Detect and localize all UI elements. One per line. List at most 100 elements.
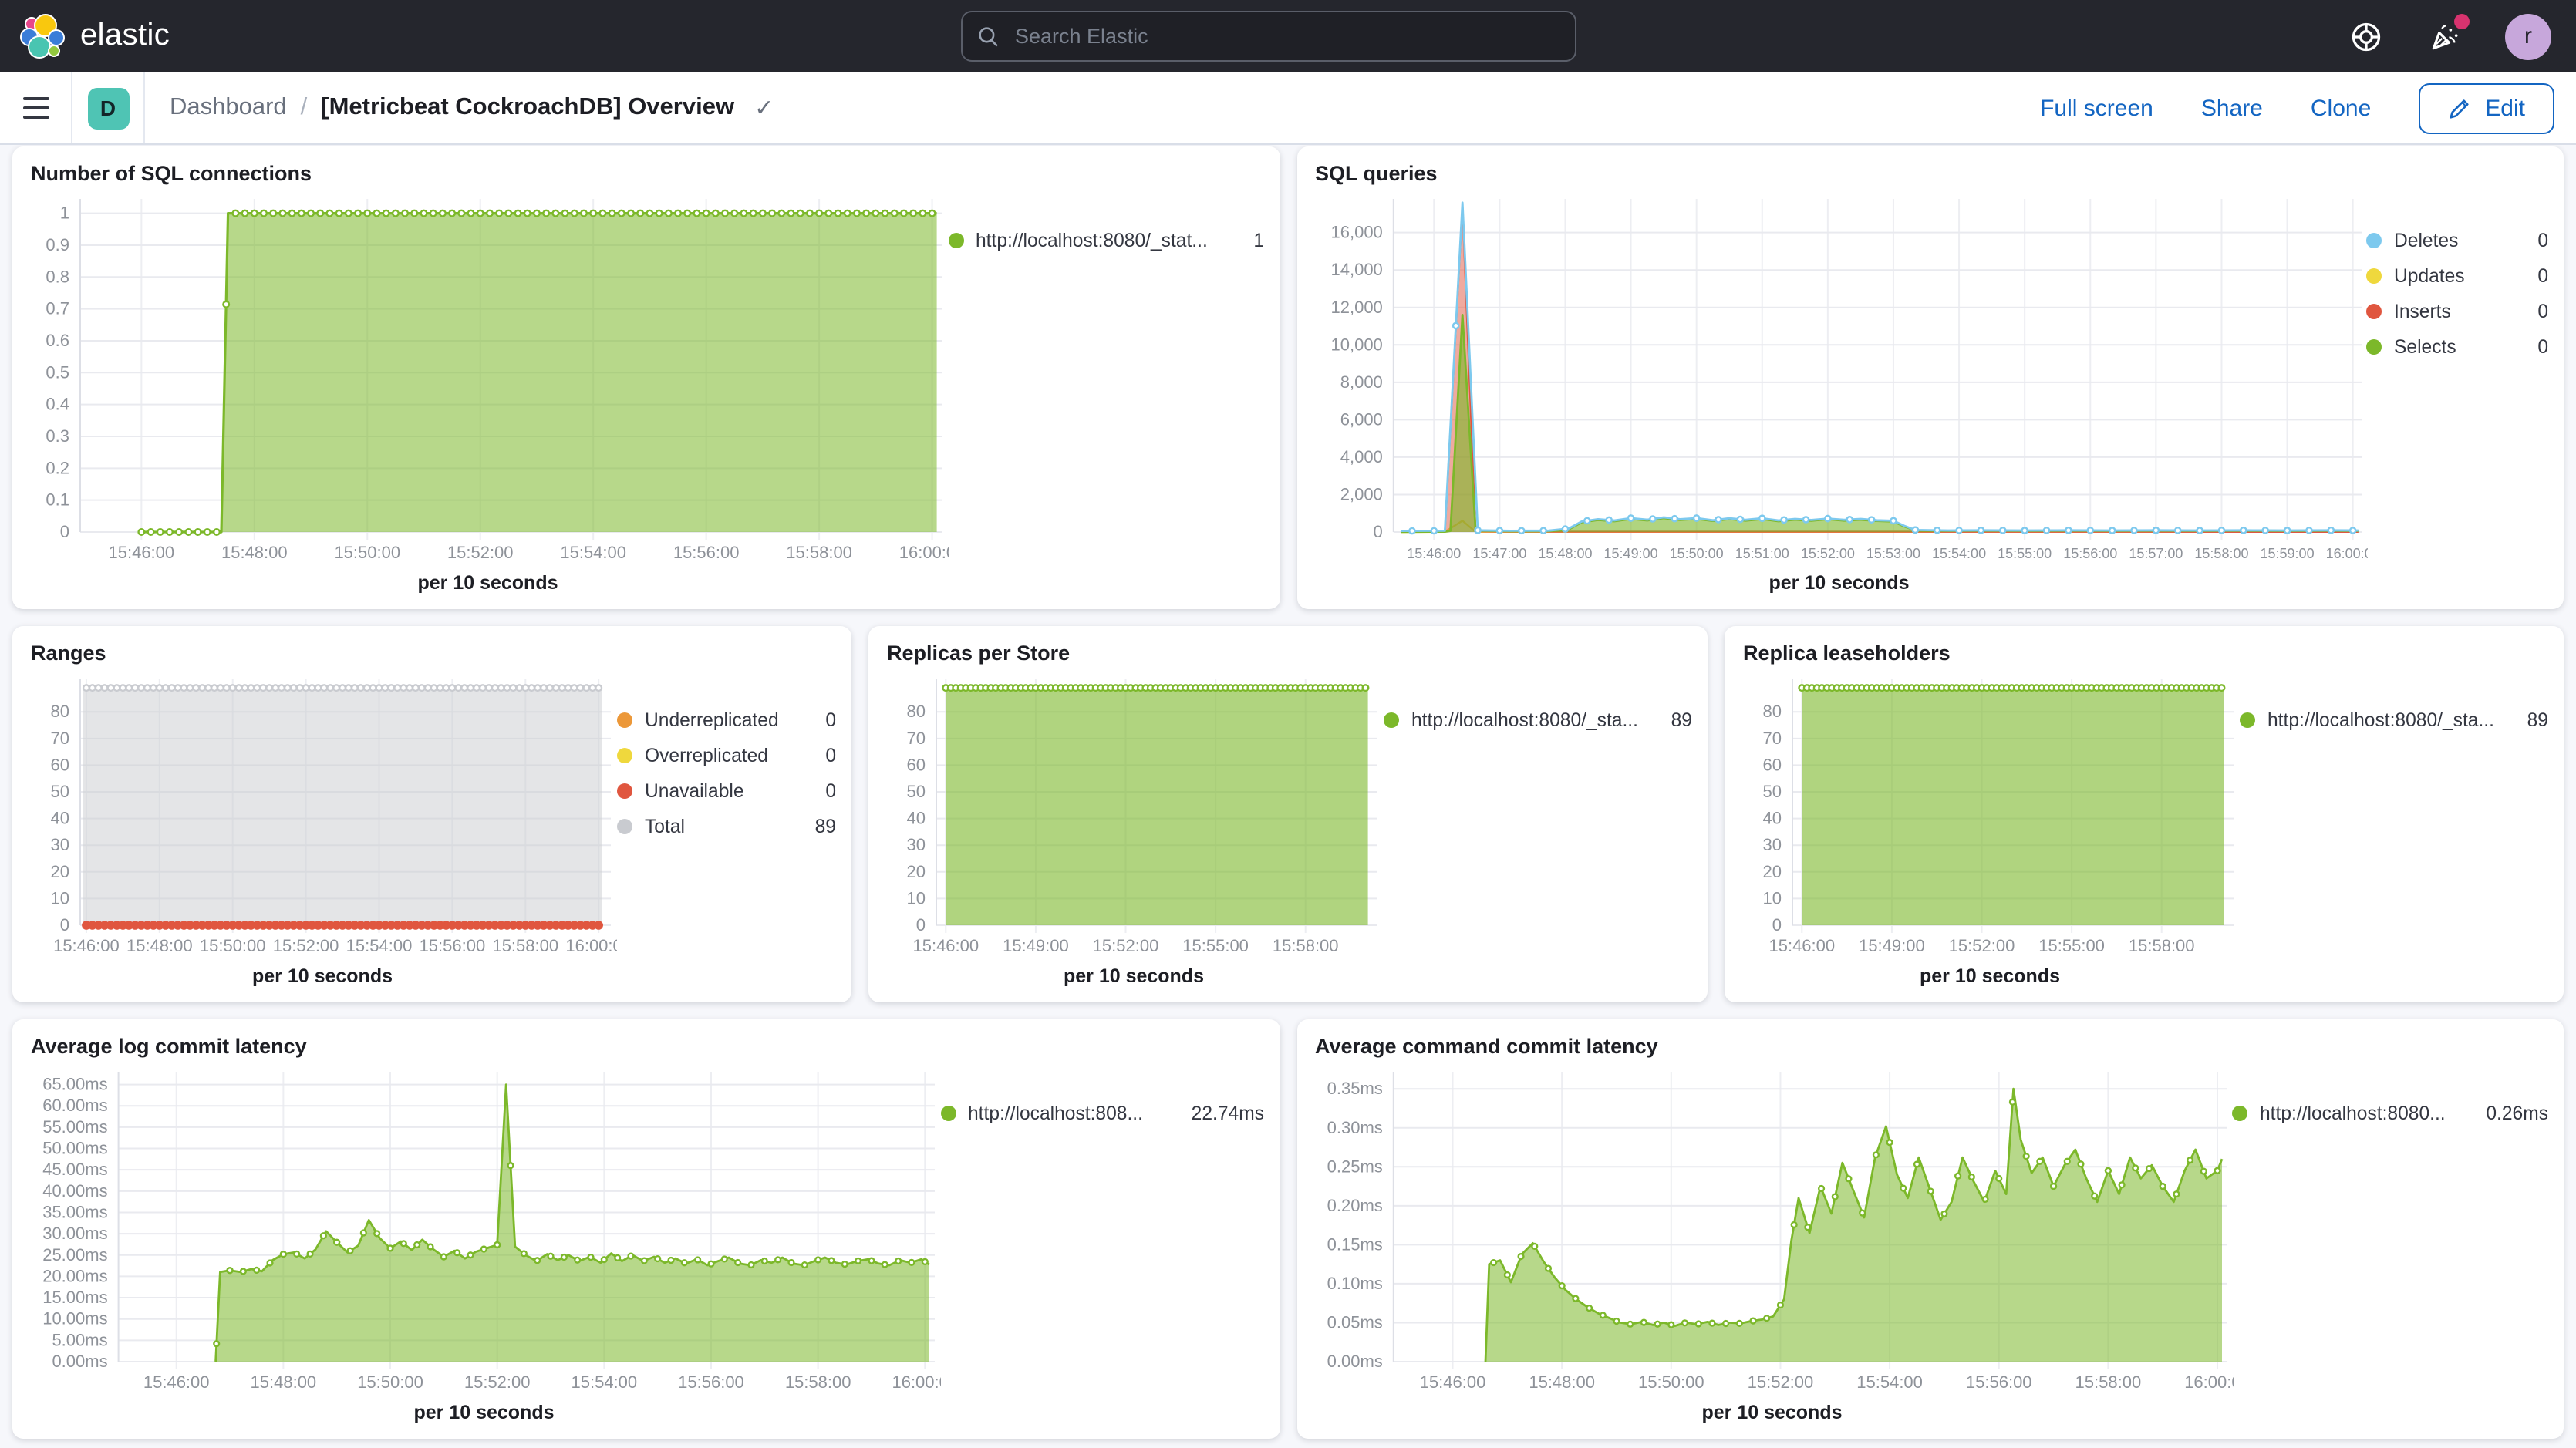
chart-area: 15:46:0015:48:0015:50:0015:52:0015:54:00…: [1312, 1062, 2232, 1399]
svg-text:15:50:00: 15:50:00: [1669, 546, 1723, 561]
full-screen-button[interactable]: Full screen: [2040, 95, 2153, 121]
legend-swatch-icon: [617, 748, 632, 763]
svg-text:0: 0: [1373, 522, 1382, 541]
svg-text:15:56:00: 15:56:00: [2062, 546, 2116, 561]
menu-icon[interactable]: [0, 72, 71, 143]
legend-value: 0: [2537, 301, 2548, 322]
edit-button[interactable]: Edit: [2419, 83, 2554, 133]
svg-text:40.00ms: 40.00ms: [42, 1181, 107, 1200]
chart-area: 15:46:0015:49:0015:52:0015:55:0015:58:00…: [1740, 669, 2240, 962]
svg-text:30.00ms: 30.00ms: [42, 1224, 107, 1243]
legend-item[interactable]: http://localhost:8080/_stat...1: [948, 230, 1264, 251]
legend-label: Total: [645, 816, 803, 837]
legend-label: http://localhost:8080...: [2260, 1103, 2473, 1124]
svg-text:80: 80: [51, 702, 69, 721]
share-button[interactable]: Share: [2201, 95, 2263, 121]
svg-text:15:48:00: 15:48:00: [251, 1372, 317, 1392]
svg-text:15:56:00: 15:56:00: [1965, 1372, 2031, 1392]
panel-sql-queries[interactable]: SQL queries 15:46:0015:47:0015:48:0015:4…: [1296, 146, 2564, 609]
panel-average-log-commit-latency[interactable]: Average log commit latency 15:46:0015:48…: [12, 1019, 1280, 1439]
page-title[interactable]: [Metricbeat CockroachDB] Overview: [321, 94, 734, 122]
navbar-actions: r: [2348, 13, 2554, 59]
kibana-app: elastic: [0, 0, 2576, 1448]
panel-number-of-sql-connections[interactable]: Number of SQL connections 15:46:0015:48:…: [12, 146, 1280, 609]
legend-label: Deletes: [2394, 230, 2525, 251]
notification-badge: [2454, 13, 2470, 29]
legend-item[interactable]: Updates0: [2366, 265, 2548, 287]
legend-label: http://localhost:8080/_sta...: [2267, 709, 2515, 731]
legend-item[interactable]: Underreplicated0: [617, 709, 836, 731]
legend-item[interactable]: Unavailable0: [617, 780, 836, 802]
legend-item[interactable]: Overreplicated0: [617, 745, 836, 766]
newsfeed-icon[interactable]: [2426, 18, 2463, 55]
svg-text:15:56:00: 15:56:00: [420, 936, 486, 955]
svg-text:15:55:00: 15:55:00: [1182, 936, 1249, 955]
legend-item[interactable]: Total 89: [617, 816, 836, 837]
x-axis-label: per 10 seconds: [1312, 569, 2366, 600]
title-check-icon[interactable]: ✓: [754, 94, 774, 122]
svg-text:15:54:00: 15:54:00: [346, 936, 413, 955]
legend: http://localhost:8080/_stat...1: [948, 190, 1264, 600]
chart-canvas: 15:46:0015:48:0015:50:0015:52:0015:54:00…: [28, 190, 949, 569]
legend-swatch-icon: [948, 233, 963, 248]
svg-text:4,000: 4,000: [1340, 447, 1382, 466]
legend-item[interactable]: http://localhost:8080/_sta...89: [2240, 709, 2548, 731]
svg-text:0.7: 0.7: [46, 299, 69, 318]
svg-text:15:46:00: 15:46:00: [1406, 546, 1460, 561]
svg-text:15:48:00: 15:48:00: [126, 936, 193, 955]
svg-text:15:54:00: 15:54:00: [1931, 546, 1985, 561]
svg-text:15:46:00: 15:46:00: [53, 936, 120, 955]
svg-text:15:52:00: 15:52:00: [1747, 1372, 1813, 1392]
legend-item[interactable]: http://localhost:8080/_sta...89: [1384, 709, 1692, 731]
svg-text:10: 10: [1763, 888, 1782, 908]
space-selector[interactable]: D: [72, 72, 143, 143]
svg-text:10: 10: [907, 888, 926, 908]
svg-text:0.25ms: 0.25ms: [1327, 1157, 1382, 1176]
legend-swatch-icon: [2366, 304, 2382, 319]
legend-value: 89: [815, 816, 836, 837]
legend-swatch-icon: [940, 1106, 956, 1121]
svg-text:5.00ms: 5.00ms: [52, 1330, 107, 1349]
legend-item[interactable]: Selects0: [2366, 336, 2548, 358]
legend-item[interactable]: Inserts0: [2366, 301, 2548, 322]
svg-text:10,000: 10,000: [1330, 335, 1382, 354]
panel-ranges[interactable]: Ranges 15:46:0015:48:0015:50:0015:52:001…: [12, 626, 851, 1002]
legend: Deletes0Updates0Inserts0Selects0: [2366, 190, 2548, 600]
svg-text:15:57:00: 15:57:00: [2128, 546, 2182, 561]
svg-text:15:52:00: 15:52:00: [1800, 546, 1854, 561]
legend-item[interactable]: Deletes0: [2366, 230, 2548, 251]
svg-text:70: 70: [1763, 729, 1782, 748]
legend-item[interactable]: http://localhost:808...22.74ms: [940, 1103, 1264, 1124]
panel-title: Average command commit latency: [1315, 1035, 2548, 1062]
svg-text:16:00:00: 16:00:00: [2325, 546, 2367, 561]
legend-swatch-icon: [2240, 712, 2255, 728]
svg-text:15:58:00: 15:58:00: [492, 936, 558, 955]
legend-item[interactable]: http://localhost:8080...0.26ms: [2232, 1103, 2548, 1124]
panel-average-command-commit-latency[interactable]: Average command commit latency 15:46:001…: [1296, 1019, 2564, 1439]
svg-text:0.00ms: 0.00ms: [1327, 1352, 1382, 1371]
svg-text:16:00:00: 16:00:00: [565, 936, 617, 955]
breadcrumb-dashboard-link[interactable]: Dashboard: [170, 94, 287, 122]
svg-text:15:58:00: 15:58:00: [785, 1372, 851, 1392]
clone-button[interactable]: Clone: [2311, 95, 2371, 121]
panel-replica-leaseholders[interactable]: Replica leaseholders 15:46:0015:49:0015:…: [1725, 626, 2564, 1002]
legend-swatch-icon: [2232, 1106, 2247, 1121]
user-avatar[interactable]: r: [2505, 13, 2551, 59]
panel-title: Ranges: [31, 641, 836, 669]
svg-text:20: 20: [907, 862, 926, 881]
svg-text:15:52:00: 15:52:00: [1949, 936, 2015, 955]
svg-text:15:56:00: 15:56:00: [678, 1372, 744, 1392]
search-input[interactable]: [1012, 23, 1559, 49]
svg-text:14,000: 14,000: [1330, 260, 1382, 279]
space-badge: D: [87, 87, 129, 129]
panel-replicas-per-store[interactable]: Replicas per Store 15:46:0015:49:0015:52…: [868, 626, 1708, 1002]
legend-label: http://localhost:8080/_stat...: [976, 230, 1241, 251]
svg-text:15:59:00: 15:59:00: [2260, 546, 2314, 561]
chart-canvas: 15:46:0015:48:0015:50:0015:52:0015:54:00…: [28, 1062, 941, 1399]
chart-canvas: 15:46:0015:49:0015:52:0015:55:0015:58:00…: [1740, 669, 2240, 962]
elastic-brand[interactable]: elastic: [22, 15, 170, 58]
svg-text:0.30ms: 0.30ms: [1327, 1118, 1382, 1137]
legend-value: 0: [825, 780, 836, 802]
help-icon[interactable]: [2348, 18, 2385, 55]
global-search[interactable]: [961, 11, 1576, 62]
